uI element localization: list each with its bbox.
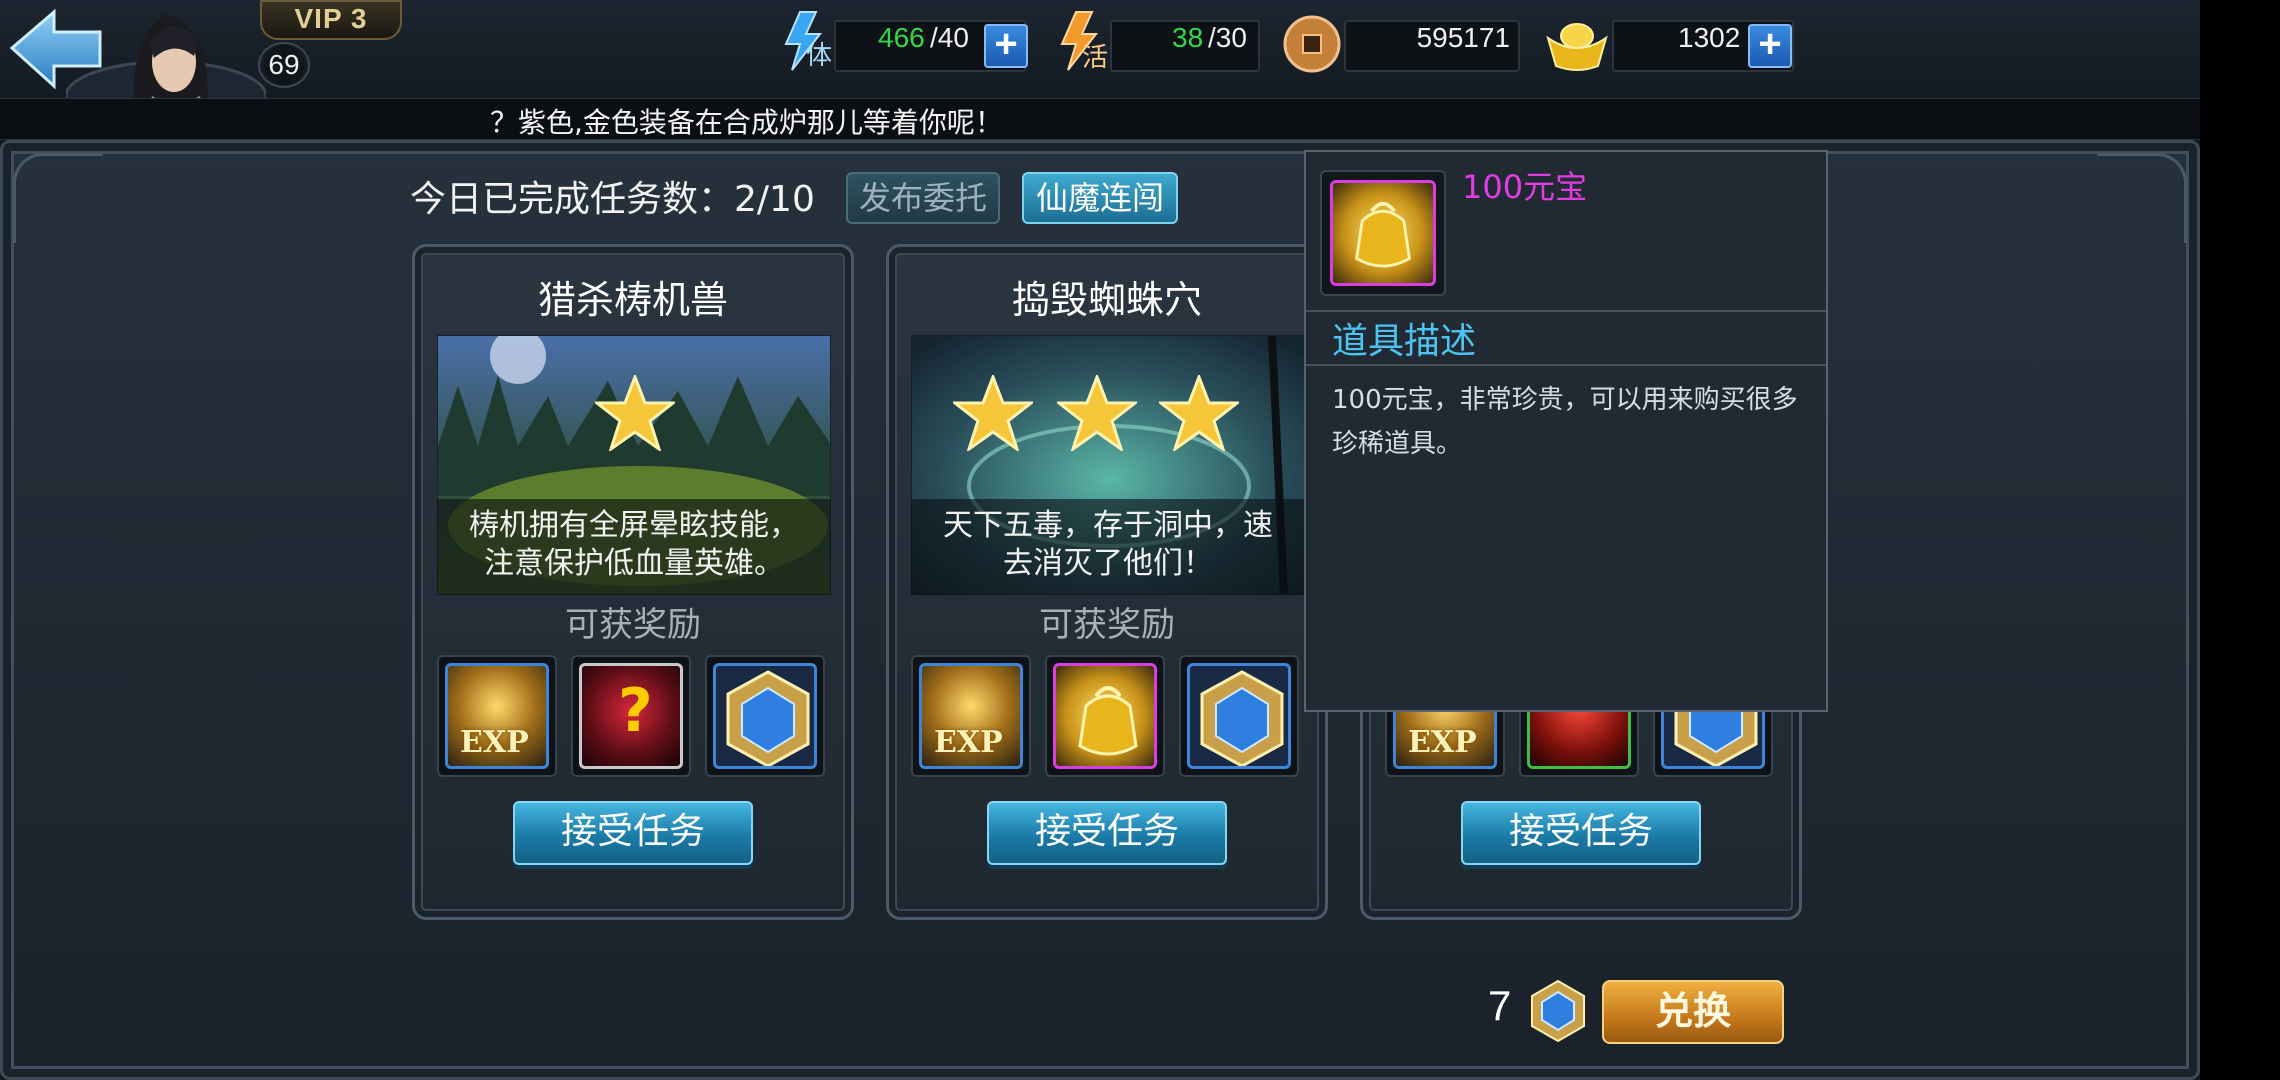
svg-text:体: 体 (806, 41, 832, 71)
vip-badge[interactable]: VIP 3 (260, 0, 402, 40)
star-icon (953, 375, 1033, 451)
desc-line: 梼机拥有全屏晕眩技能， (469, 508, 799, 543)
vitality-max: /30 (1208, 22, 1247, 53)
item-tooltip: 100元宝 道具描述 100元宝，非常珍贵，可以用来购买很多珍稀道具。 (1304, 150, 1828, 712)
task-description: 梼机拥有全屏晕眩技能， 注意保护低血量英雄。 (437, 499, 831, 595)
task-card: 猎杀梼机兽 梼机拥有全屏晕眩技能， 注意保护低血量英雄。 可获奖励 EXP ? … (412, 244, 854, 920)
accept-task-button[interactable]: 接受任务 (987, 801, 1227, 865)
tasks-completed-count: 今日已完成任务数：2/10 (410, 179, 815, 220)
star-icon (1057, 375, 1137, 451)
tooltip-item-name: 100元宝 (1462, 168, 1588, 206)
vitality-current: 38 (1172, 22, 1204, 53)
reward-slot[interactable]: EXP (911, 655, 1031, 777)
ticker-text: ？紫色,金色装备在合成炉那儿等着你呢！ (490, 106, 1003, 139)
add-stamina-button[interactable]: + (984, 24, 1028, 68)
add-gold-button[interactable]: + (1748, 24, 1792, 68)
copper-value: 595171 (1416, 22, 1510, 53)
svg-text:活: 活 (1082, 43, 1108, 73)
divider (1306, 364, 1826, 366)
stamina-icon: 体 (776, 8, 842, 74)
vitality-icon: 活 (1052, 8, 1118, 74)
gold-ingot-bag-icon (1053, 663, 1157, 769)
gold-bar: 1302 + (1612, 20, 1794, 72)
copper-coin-icon (1282, 14, 1342, 74)
gold-ingot-bag-icon (1330, 180, 1436, 286)
player-level: 69 (258, 42, 310, 88)
stamina-bar: 466 /40 + (834, 20, 1028, 72)
task-card: 捣毁蜘蛛穴 天下五毒，存于洞中，速 去消灭了他们！ 可获奖励 EXP 接受任务 (886, 244, 1328, 920)
desc-line: 去消灭了他们！ (1003, 546, 1213, 581)
screen-edge-bar (2200, 0, 2280, 1080)
tooltip-item-slot (1320, 170, 1446, 296)
task-title: 捣毁蜘蛛穴 (1011, 278, 1202, 322)
exchange-button[interactable]: 兑换 (1602, 980, 1784, 1044)
star-icon (1159, 375, 1239, 451)
exp-badge: EXP (460, 725, 529, 760)
reward-slot[interactable]: ? (571, 655, 691, 777)
announcement-ticker: ？紫色,金色装备在合成炉那儿等着你呢！ (0, 98, 2200, 140)
desc-line: 注意保护低血量英雄。 (484, 546, 784, 581)
blue-gem-icon (713, 663, 817, 769)
panel-corner-ornament (2097, 153, 2187, 243)
tooltip-section-heading: 道具描述 (1332, 321, 1477, 362)
blue-gem-icon (1531, 979, 1585, 1043)
reward-slot[interactable] (705, 655, 825, 777)
copper-bar: 595171 (1344, 20, 1520, 72)
game-screen: VIP 3 69 体 466 /40 + 活 38 /30 595171 130… (0, 0, 2200, 1080)
accept-task-button[interactable]: 接受任务 (1461, 801, 1701, 865)
reward-slot[interactable] (1045, 655, 1165, 777)
stamina-current: 466 (878, 22, 925, 53)
exp-icon: EXP (919, 663, 1023, 769)
reward-slot[interactable] (1179, 655, 1299, 777)
stamina-max: /40 (930, 22, 969, 53)
exp-badge: EXP (1408, 725, 1477, 760)
vitality-bar: 38 /30 (1110, 20, 1260, 72)
rewards-label: 可获奖励 (1039, 605, 1175, 645)
exp-badge: EXP (934, 725, 1003, 760)
desc-line: 天下五毒，存于洞中，速 (943, 508, 1273, 543)
gold-value: 1302 (1678, 22, 1741, 53)
mystery-badge: ? (618, 676, 653, 746)
gem-count: 7 (1488, 982, 1512, 1029)
star-icon (595, 375, 675, 451)
panel-corner-ornament (13, 153, 103, 243)
blue-gem-icon (1187, 663, 1291, 769)
accept-task-button[interactable]: 接受任务 (513, 801, 753, 865)
exp-icon: EXP (445, 663, 549, 769)
task-description: 天下五毒，存于洞中，速 去消灭了他们！ (911, 499, 1305, 595)
publish-commission-button[interactable]: 发布委托 (846, 172, 1000, 224)
mystery-equipment-icon: ? (579, 663, 683, 769)
task-title: 猎杀梼机兽 (537, 278, 728, 322)
reward-slot[interactable]: EXP (437, 655, 557, 777)
rewards-label: 可获奖励 (565, 605, 701, 645)
gold-ingot-icon (1544, 14, 1610, 74)
xianmo-challenge-button[interactable]: 仙魔连闯 (1022, 172, 1178, 224)
tooltip-description: 100元宝，非常珍贵，可以用来购买很多珍稀道具。 (1332, 385, 1798, 459)
